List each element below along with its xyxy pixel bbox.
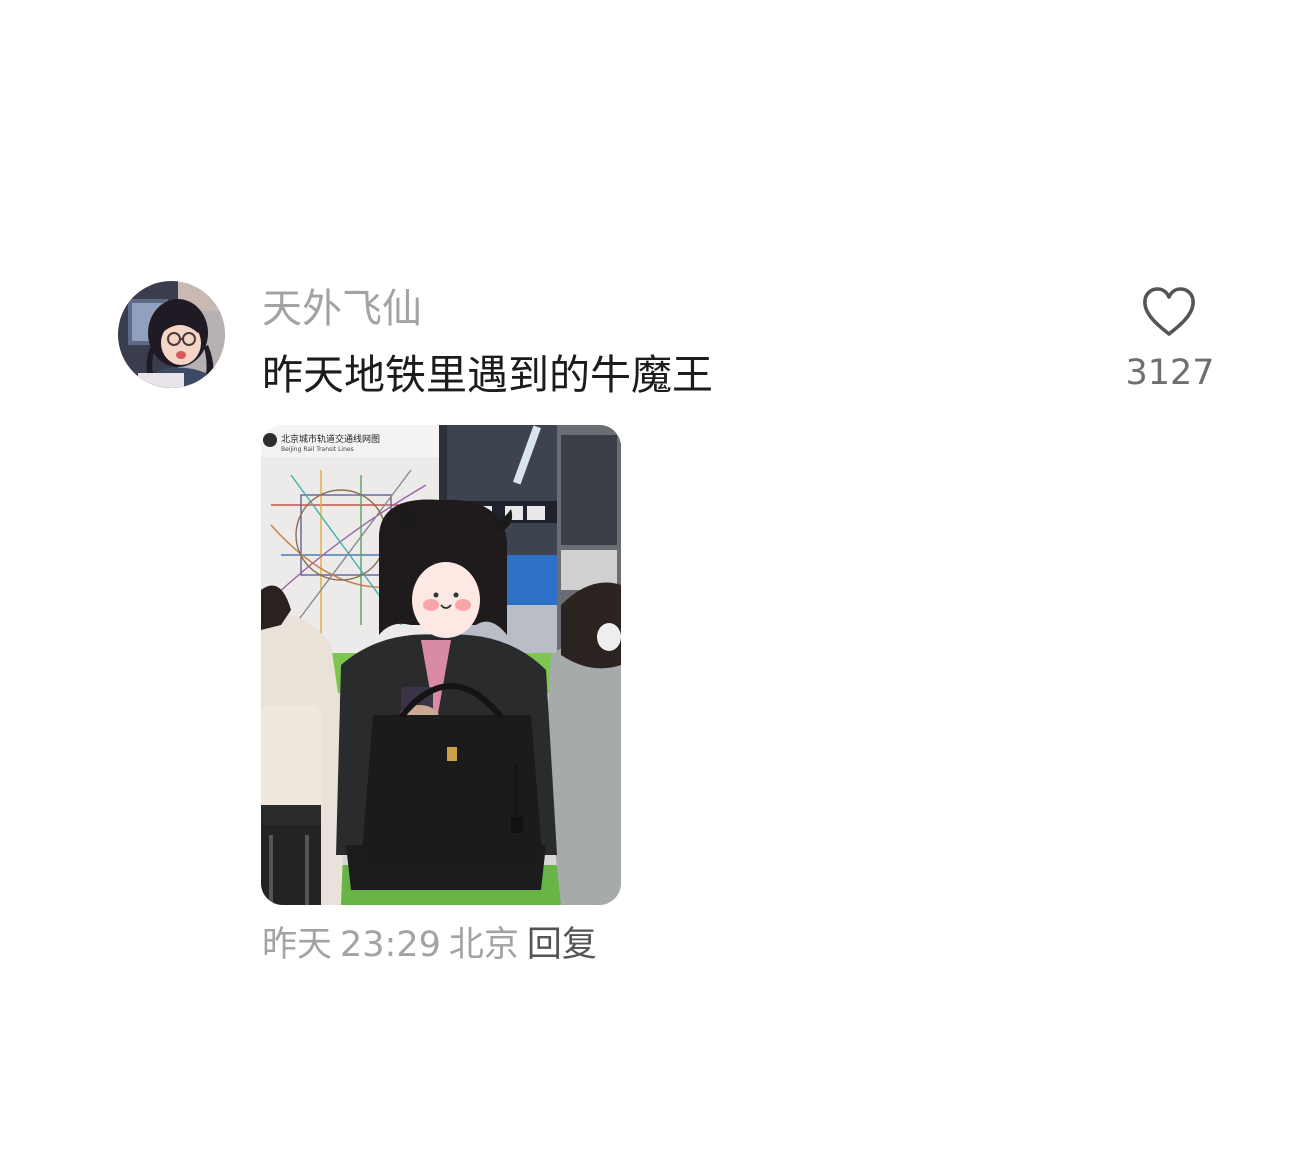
comment-meta: 昨天 23:29 北京 回复 [262, 922, 597, 968]
user-avatar[interactable] [118, 281, 225, 388]
comment-item: 天外飞仙 昨天地铁里遇到的牛魔王 3127 北京城市轨道交通线网图 Beijin… [0, 0, 1294, 1165]
comment-text: 昨天地铁里遇到的牛魔王 [262, 351, 713, 399]
like-button[interactable]: 3127 [1118, 282, 1222, 394]
comment-date: 昨天 [262, 925, 333, 965]
comment-image[interactable]: 北京城市轨道交通线网图 Beijing Rail Transit Lines [261, 425, 621, 905]
like-count: 3127 [1125, 353, 1215, 393]
map-subtitle: Beijing Rail Transit Lines [281, 446, 354, 453]
comment-time: 23:29 [340, 925, 441, 965]
heart-outline-icon [1143, 287, 1195, 336]
map-title: 北京城市轨道交通线网图 [281, 433, 380, 445]
username[interactable]: 天外飞仙 [262, 284, 422, 334]
comment-location: 北京 [448, 925, 519, 965]
reply-button[interactable]: 回复 [527, 925, 597, 965]
